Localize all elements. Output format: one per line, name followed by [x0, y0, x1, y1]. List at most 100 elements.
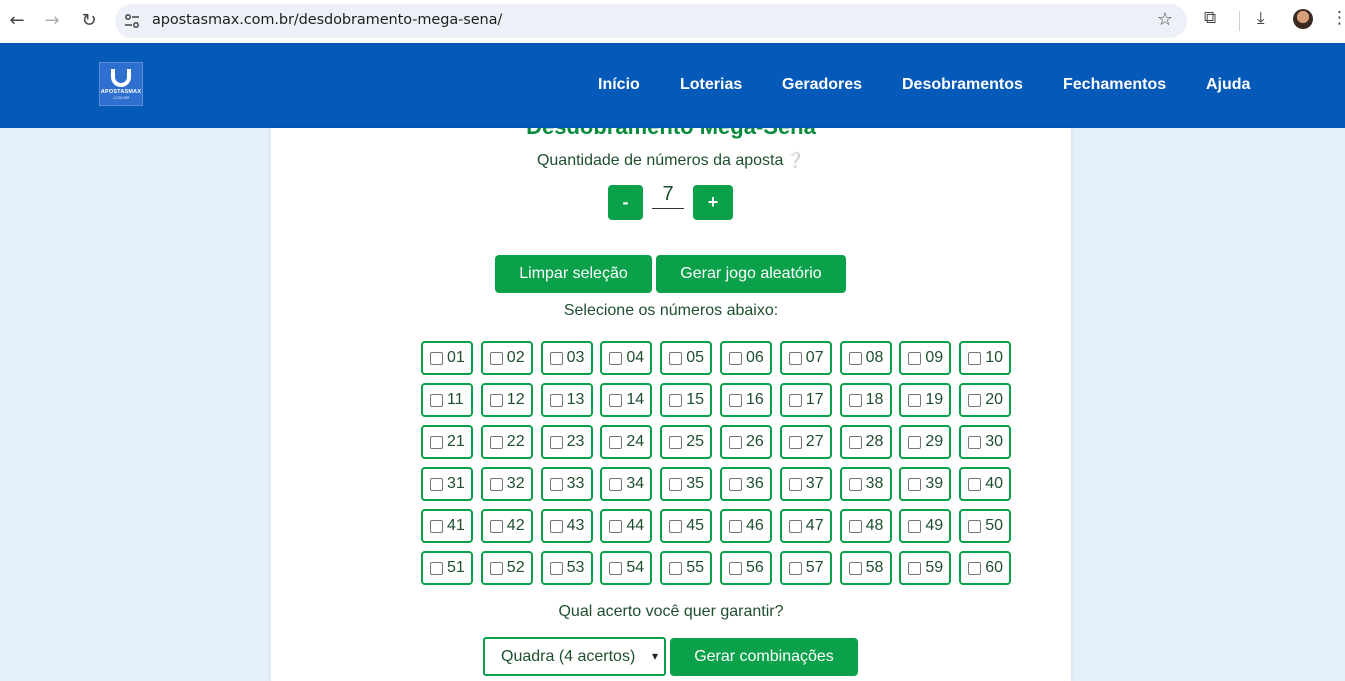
random-game-button[interactable]: Gerar jogo aleatório: [656, 255, 846, 293]
number-option-16[interactable]: 16: [720, 383, 772, 417]
number-option-02[interactable]: 02: [480, 341, 533, 375]
number-option-20[interactable]: 20: [959, 383, 1012, 417]
number-option-05[interactable]: 05: [660, 341, 713, 375]
number-checkbox[interactable]: [968, 519, 982, 533]
number-checkbox[interactable]: [729, 561, 742, 575]
number-checkbox[interactable]: [788, 393, 802, 407]
number-option-15[interactable]: 15: [660, 383, 713, 417]
number-checkbox[interactable]: [609, 351, 623, 365]
number-checkbox[interactable]: [549, 477, 563, 491]
number-option-51[interactable]: 51: [421, 551, 473, 585]
help-icon[interactable]: ❔: [786, 151, 805, 169]
number-checkbox[interactable]: [848, 519, 862, 533]
number-checkbox[interactable]: [908, 477, 922, 491]
number-option-01[interactable]: 01: [421, 341, 473, 375]
number-option-39[interactable]: 39: [899, 467, 952, 501]
number-option-33[interactable]: 33: [540, 467, 593, 501]
number-option-58[interactable]: 58: [839, 551, 892, 585]
number-option-27[interactable]: 27: [779, 425, 832, 459]
number-checkbox[interactable]: [609, 435, 623, 449]
number-checkbox[interactable]: [549, 393, 563, 407]
number-option-50[interactable]: 50: [959, 509, 1012, 543]
number-checkbox[interactable]: [489, 435, 503, 449]
number-option-43[interactable]: 43: [540, 509, 593, 543]
clear-selection-button[interactable]: Limpar seleção: [495, 255, 652, 293]
number-checkbox[interactable]: [729, 351, 742, 365]
number-checkbox[interactable]: [430, 351, 443, 365]
number-option-08[interactable]: 08: [839, 341, 892, 375]
number-option-03[interactable]: 03: [540, 341, 593, 375]
number-option-07[interactable]: 07: [779, 341, 832, 375]
number-option-30[interactable]: 30: [959, 425, 1012, 459]
number-checkbox[interactable]: [430, 393, 443, 407]
number-checkbox[interactable]: [908, 435, 922, 449]
number-option-25[interactable]: 25: [660, 425, 713, 459]
bookmark-star-icon[interactable]: ☆: [1157, 9, 1173, 30]
number-checkbox[interactable]: [968, 435, 982, 449]
number-option-60[interactable]: 60: [959, 551, 1012, 585]
number-option-36[interactable]: 36: [720, 467, 772, 501]
number-option-59[interactable]: 59: [899, 551, 952, 585]
number-option-57[interactable]: 57: [779, 551, 832, 585]
number-checkbox[interactable]: [489, 393, 503, 407]
number-option-35[interactable]: 35: [660, 467, 713, 501]
number-option-29[interactable]: 29: [899, 425, 952, 459]
number-option-04[interactable]: 04: [600, 341, 653, 375]
menu-item-fechamentos[interactable]: Fechamentos: [1063, 76, 1166, 94]
forward-icon[interactable]: →: [40, 8, 64, 32]
number-option-31[interactable]: 31: [421, 467, 473, 501]
number-option-24[interactable]: 24: [600, 425, 653, 459]
site-info-icon[interactable]: [123, 12, 141, 30]
number-option-48[interactable]: 48: [839, 509, 892, 543]
number-checkbox[interactable]: [489, 519, 503, 533]
number-option-56[interactable]: 56: [720, 551, 772, 585]
number-option-46[interactable]: 46: [720, 509, 772, 543]
number-option-18[interactable]: 18: [839, 383, 892, 417]
url-text[interactable]: apostasmax.com.br/desdobramento-mega-sen…: [152, 12, 502, 28]
profile-avatar[interactable]: [1293, 9, 1313, 29]
number-checkbox[interactable]: [609, 477, 623, 491]
number-option-17[interactable]: 17: [779, 383, 832, 417]
number-checkbox[interactable]: [848, 351, 862, 365]
number-option-47[interactable]: 47: [779, 509, 832, 543]
download-icon[interactable]: ⤓: [1257, 8, 1265, 28]
number-checkbox[interactable]: [489, 561, 503, 575]
quantity-input[interactable]: 7: [652, 181, 684, 209]
number-checkbox[interactable]: [908, 561, 922, 575]
number-option-19[interactable]: 19: [899, 383, 952, 417]
quantity-increase-button[interactable]: +: [693, 185, 733, 220]
number-checkbox[interactable]: [729, 435, 742, 449]
number-checkbox[interactable]: [669, 561, 683, 575]
number-option-49[interactable]: 49: [899, 509, 952, 543]
menu-item-ajuda[interactable]: Ajuda: [1206, 76, 1250, 94]
number-checkbox[interactable]: [669, 393, 683, 407]
number-checkbox[interactable]: [729, 393, 742, 407]
browser-menu-icon[interactable]: ⋮: [1331, 8, 1345, 28]
number-checkbox[interactable]: [788, 435, 802, 449]
number-checkbox[interactable]: [908, 393, 922, 407]
number-option-41[interactable]: 41: [421, 509, 473, 543]
number-option-09[interactable]: 09: [899, 341, 952, 375]
number-checkbox[interactable]: [968, 477, 982, 491]
number-option-34[interactable]: 34: [600, 467, 653, 501]
number-checkbox[interactable]: [669, 351, 683, 365]
number-checkbox[interactable]: [729, 477, 742, 491]
number-checkbox[interactable]: [669, 519, 683, 533]
number-checkbox[interactable]: [609, 393, 623, 407]
number-checkbox[interactable]: [968, 561, 982, 575]
number-checkbox[interactable]: [489, 351, 503, 365]
number-option-10[interactable]: 10: [959, 341, 1012, 375]
number-checkbox[interactable]: [430, 561, 443, 575]
number-checkbox[interactable]: [968, 393, 982, 407]
number-checkbox[interactable]: [549, 435, 563, 449]
reload-icon[interactable]: ↻: [77, 8, 101, 32]
extensions-icon[interactable]: ⧉: [1204, 8, 1216, 28]
menu-item-desobramentos[interactable]: Desobramentos: [902, 76, 1023, 94]
number-checkbox[interactable]: [848, 435, 862, 449]
number-checkbox[interactable]: [908, 351, 922, 365]
number-option-38[interactable]: 38: [839, 467, 892, 501]
number-option-13[interactable]: 13: [540, 383, 593, 417]
number-checkbox[interactable]: [430, 477, 443, 491]
number-option-55[interactable]: 55: [660, 551, 713, 585]
number-checkbox[interactable]: [669, 435, 683, 449]
